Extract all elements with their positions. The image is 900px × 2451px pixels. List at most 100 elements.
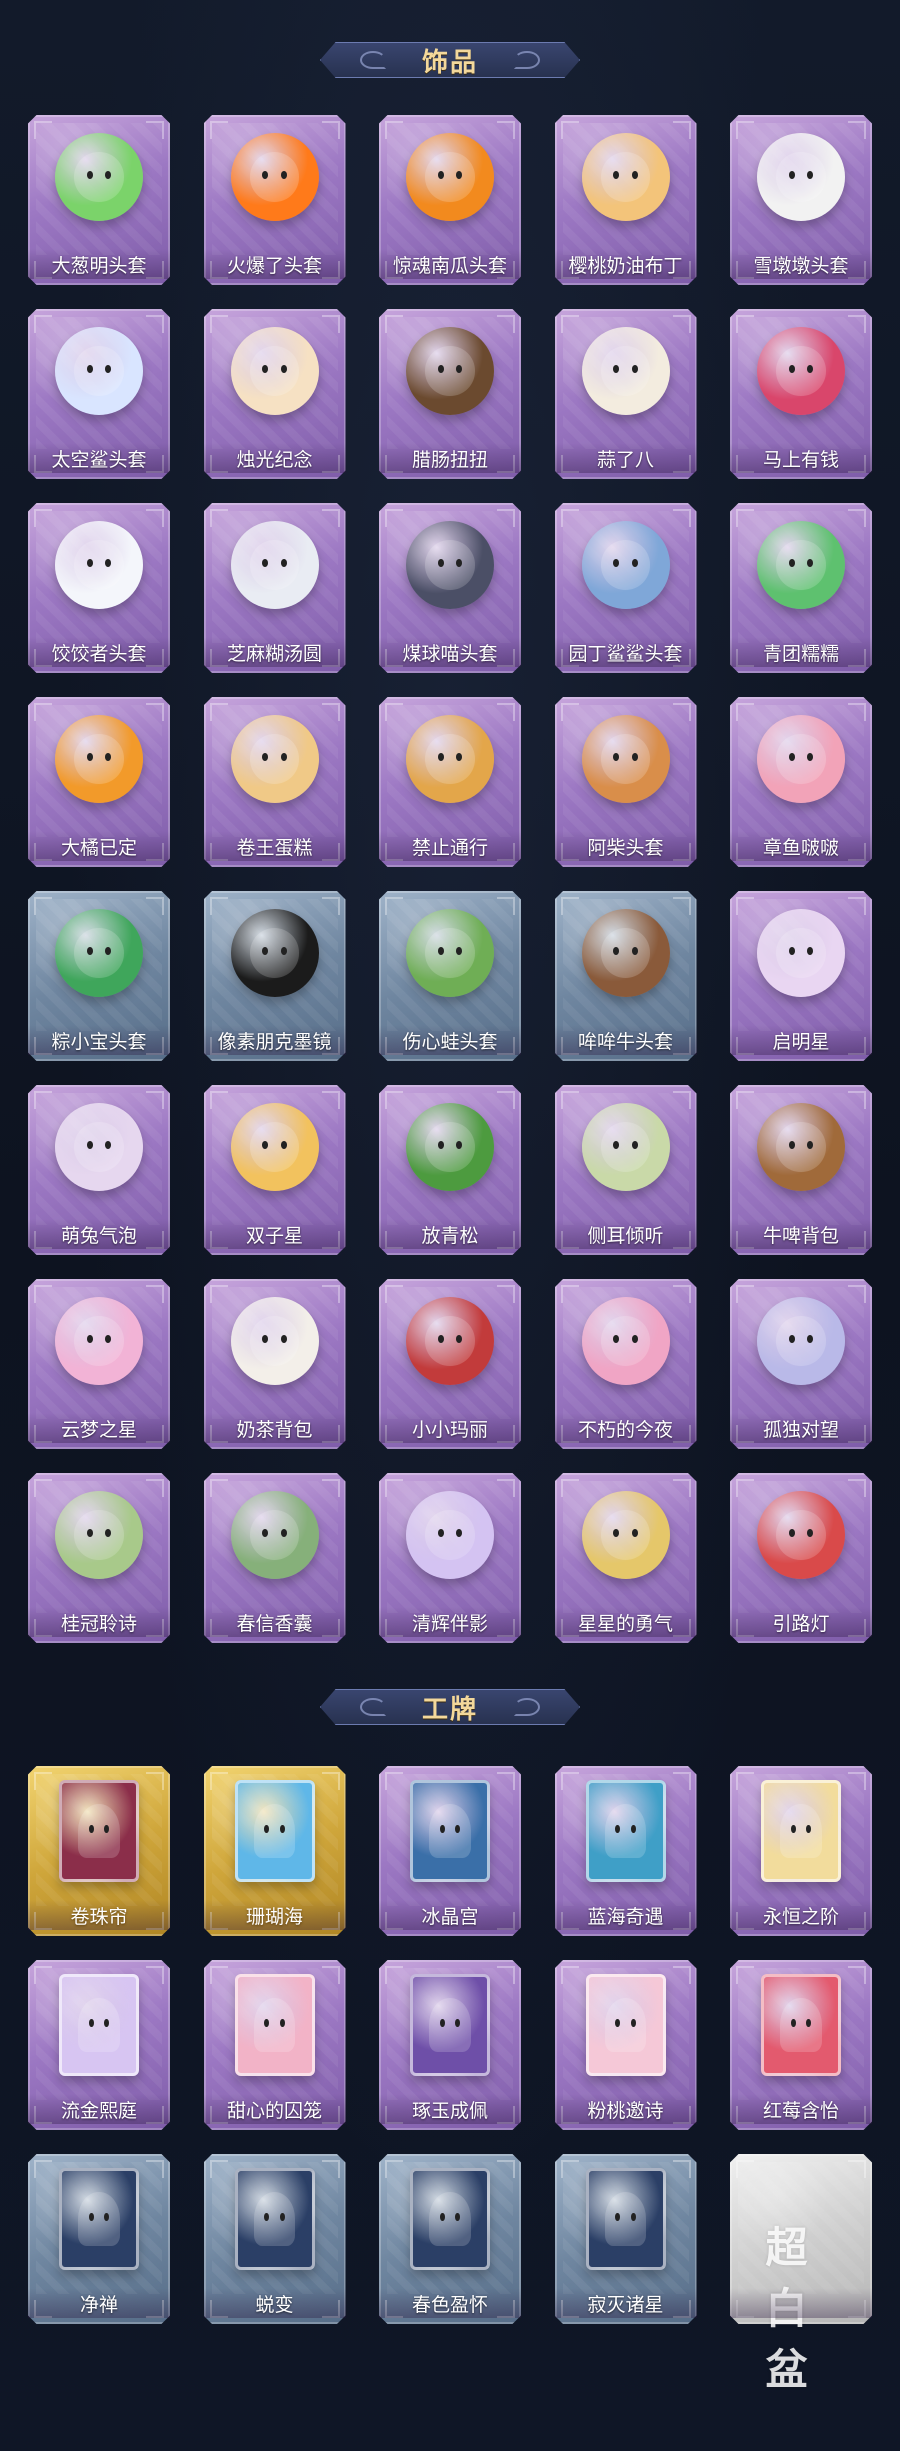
accessory-card[interactable]: 清辉伴影 xyxy=(379,1473,521,1643)
accessory-card[interactable]: 饺饺者头套 xyxy=(28,503,170,673)
badge-card[interactable]: 春色盈怀 xyxy=(379,2154,521,2324)
item-thumbnail xyxy=(230,909,319,997)
accessories-grid: 大葱明头套 火爆了头套 惊魂南瓜头套 樱桃奶油布丁 雪墩墩头套太空鲨头套 烛光纪念 腊肠扭扭… xyxy=(28,115,872,1643)
accessory-card[interactable]: 雪墩墩头套 xyxy=(730,115,872,285)
accessory-card[interactable]: 引路灯 xyxy=(730,1473,872,1643)
corner-ornament xyxy=(497,897,515,915)
corner-ornament xyxy=(34,1966,52,1984)
accessory-card[interactable]: 煤球喵头套 xyxy=(379,503,521,673)
accessory-card[interactable]: 萌兔气泡 xyxy=(28,1085,170,1255)
badge-card[interactable]: 卷珠帘 xyxy=(28,1766,170,1936)
accessory-card[interactable]: 奶茶背包 xyxy=(203,1279,346,1449)
accessory-card[interactable]: 马上有钱 xyxy=(730,309,872,479)
accessory-card[interactable]: 腊肠扭扭 xyxy=(379,309,521,479)
badge-card[interactable]: 永恒之阶 xyxy=(730,1766,872,1936)
accessory-card[interactable]: 火爆了头套 xyxy=(203,115,346,285)
accessory-card[interactable]: 太空鲨头套 xyxy=(28,309,170,479)
corner-ornament xyxy=(497,315,515,333)
accessory-card[interactable]: 禁止通行 xyxy=(379,697,521,867)
item-label: 桂冠聆诗 xyxy=(28,1607,170,1637)
item-face-icon xyxy=(253,1804,296,1858)
badge-card[interactable]: 蜕变 xyxy=(203,2154,346,2324)
corner-ornament xyxy=(736,897,754,915)
corner-ornament xyxy=(385,1479,403,1497)
badge-card[interactable]: 红莓含怡 xyxy=(730,1960,872,2130)
corner-ornament xyxy=(497,509,515,527)
accessory-card[interactable]: 大橘已定 xyxy=(28,697,170,867)
accessory-card[interactable]: 蒜了八 xyxy=(554,309,697,479)
item-face-icon xyxy=(249,540,300,590)
accessory-card[interactable]: 放青松 xyxy=(379,1085,521,1255)
badge-card[interactable]: 冰晶宫 xyxy=(379,1766,521,1936)
badge-card[interactable]: 琢玉成佩 xyxy=(379,1960,521,2130)
swirl-ornament-icon xyxy=(514,1698,540,1716)
accessory-card[interactable]: 春信香囊 xyxy=(203,1473,346,1643)
accessory-card[interactable]: 双子星 xyxy=(203,1085,346,1255)
accessory-card[interactable]: 星星的勇气 xyxy=(554,1473,697,1643)
item-thumbnail xyxy=(406,521,494,609)
item-face-icon xyxy=(600,1122,651,1172)
item-label: 大橘已定 xyxy=(28,831,170,861)
accessory-card[interactable]: 伤心蛙头套 xyxy=(379,891,521,1061)
accessory-card[interactable]: 芝麻糊汤圆 xyxy=(203,503,346,673)
accessory-card[interactable]: 牛啤背包 xyxy=(730,1085,872,1255)
corner-ornament xyxy=(497,2160,515,2178)
corner-ornament xyxy=(848,1091,866,1109)
item-thumbnail xyxy=(757,327,845,415)
badge-card[interactable]: 净禅 xyxy=(28,2154,170,2324)
accessory-card[interactable]: 惊魂南瓜头套 xyxy=(379,115,521,285)
accessory-card[interactable]: 小小玛丽 xyxy=(379,1279,521,1449)
badge-card[interactable]: 蓝海奇遇 xyxy=(554,1766,697,1936)
item-label: 牛啤背包 xyxy=(730,1219,872,1249)
accessory-card[interactable]: 大葱明头套 xyxy=(28,115,170,285)
item-face-icon xyxy=(74,152,124,202)
accessory-card[interactable]: 烛光纪念 xyxy=(203,309,346,479)
corner-ornament xyxy=(209,897,228,915)
item-face-icon xyxy=(600,540,651,590)
item-label: 启明星 xyxy=(730,1025,872,1055)
accessory-card[interactable]: 樱桃奶油布丁 xyxy=(554,115,697,285)
accessory-card[interactable]: 园丁鲨鲨头套 xyxy=(554,503,697,673)
badge-card[interactable]: 流金熙庭 xyxy=(28,1960,170,2130)
swirl-ornament-icon xyxy=(360,1698,386,1716)
item-label: 放青松 xyxy=(379,1219,521,1249)
item-label: 卷王蛋糕 xyxy=(203,831,346,861)
accessory-card[interactable]: 阿柴头套 xyxy=(554,697,697,867)
accessory-card[interactable]: 章鱼啵啵 xyxy=(730,697,872,867)
corner-ornament xyxy=(146,1479,164,1497)
item-thumbnail xyxy=(757,909,845,997)
corner-ornament xyxy=(34,1091,52,1109)
badge-card[interactable]: 寂灭诸星 xyxy=(554,2154,697,2324)
item-label: 奶茶背包 xyxy=(203,1413,346,1443)
item-face-icon xyxy=(429,1804,471,1858)
corner-ornament xyxy=(34,897,52,915)
accessory-card[interactable]: 不朽的今夜 xyxy=(554,1279,697,1449)
accessory-card[interactable]: 启明星 xyxy=(730,891,872,1061)
corner-ornament xyxy=(560,1091,579,1109)
accessory-card[interactable]: 青团糯糯 xyxy=(730,503,872,673)
badge-card[interactable]: 珊瑚海 xyxy=(203,1766,346,1936)
item-label: 珊瑚海 xyxy=(203,1900,346,1930)
badge-card[interactable]: 甜心的囚笼 xyxy=(203,1960,346,2130)
corner-ornament xyxy=(560,2160,579,2178)
corner-ornament xyxy=(146,509,164,527)
accessory-card[interactable]: 粽小宝头套 xyxy=(28,891,170,1061)
accessory-card[interactable]: 像素朋克墨镜 xyxy=(203,891,346,1061)
item-face-icon xyxy=(600,1510,651,1560)
accessory-card[interactable]: 云梦之星 xyxy=(28,1279,170,1449)
corner-ornament xyxy=(34,1772,52,1790)
accessory-card[interactable]: 哞哞牛头套 xyxy=(554,891,697,1061)
badge-card[interactable]: 超白盆 xyxy=(730,2154,872,2394)
item-face-icon xyxy=(429,2192,471,2246)
corner-ornament xyxy=(672,1285,691,1303)
badge-card[interactable]: 粉桃邀诗 xyxy=(554,1960,697,2130)
accessory-card[interactable]: 桂冠聆诗 xyxy=(28,1473,170,1643)
accessory-card[interactable]: 侧耳倾听 xyxy=(554,1085,697,1255)
corner-ornament xyxy=(736,1772,754,1790)
corner-ornament xyxy=(146,1772,164,1790)
item-face-icon xyxy=(604,2192,647,2246)
corner-ornament xyxy=(848,1772,866,1790)
item-label: 卷珠帘 xyxy=(28,1900,170,1930)
accessory-card[interactable]: 卷王蛋糕 xyxy=(203,697,346,867)
accessory-card[interactable]: 孤独对望 xyxy=(730,1279,872,1449)
